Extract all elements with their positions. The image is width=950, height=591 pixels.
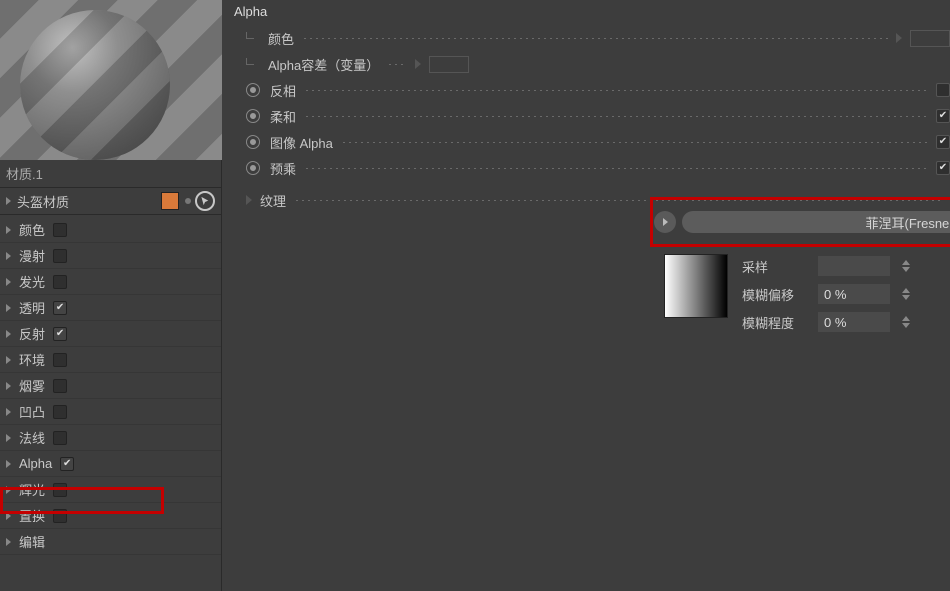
spinner[interactable] [902, 284, 910, 304]
expand-icon [6, 330, 11, 338]
image-alpha-checkbox[interactable] [936, 135, 950, 149]
channel-label: 透明 [19, 298, 45, 317]
corner-icon [246, 58, 258, 70]
channel-环境[interactable]: 环境 [0, 347, 221, 373]
channel-checkbox[interactable] [53, 379, 67, 393]
prop-soft[interactable]: 柔和 [232, 103, 950, 129]
channel-编辑[interactable]: 编辑 [0, 529, 221, 555]
blur-offset-field[interactable]: 0 % [818, 284, 890, 304]
channel-label: 凹凸 [19, 402, 45, 421]
chevron-right-icon [415, 59, 421, 69]
spinner[interactable] [902, 256, 910, 276]
expand-icon [6, 382, 11, 390]
channel-checkbox[interactable] [53, 223, 67, 237]
expand-icon [6, 408, 11, 416]
channel-label: 发光 [19, 272, 45, 291]
channel-checkbox[interactable] [53, 483, 67, 497]
chevron-right-icon [896, 33, 902, 43]
channel-Alpha[interactable]: Alpha [0, 451, 221, 477]
channel-发光[interactable]: 发光 [0, 269, 221, 295]
channel-label: 法线 [19, 428, 45, 447]
spinner[interactable] [902, 312, 910, 332]
channel-checkbox[interactable] [53, 353, 67, 367]
alpha-delta-well[interactable] [429, 56, 469, 73]
sample-field[interactable] [818, 256, 890, 276]
channel-checkbox[interactable] [53, 509, 67, 523]
expand-icon [6, 226, 11, 234]
radio-icon [246, 83, 260, 97]
chevron-right-icon [246, 195, 252, 205]
channel-checkbox[interactable] [53, 249, 67, 263]
invert-checkbox[interactable] [936, 83, 950, 97]
dot-icon [185, 198, 191, 204]
radio-icon [246, 109, 260, 123]
expand-icon [6, 512, 11, 520]
channel-label: 烟雾 [19, 376, 45, 395]
radio-icon [246, 161, 260, 175]
prop-blur-offset: 模糊偏移 0 % [742, 280, 910, 308]
channel-label: 置换 [19, 506, 45, 525]
channel-置换[interactable]: 置换 [0, 503, 221, 529]
prop-color: 颜色 [232, 25, 950, 51]
material-header[interactable]: 头盔材质 [0, 187, 221, 215]
channel-checkbox[interactable] [53, 275, 67, 289]
channel-烟雾[interactable]: 烟雾 [0, 373, 221, 399]
channel-label: 反射 [19, 324, 45, 343]
texture-picker[interactable]: 菲涅耳(Fresnel) [682, 211, 950, 233]
texture-thumbnail[interactable] [664, 254, 728, 318]
texture-value: 菲涅耳(Fresnel) [865, 213, 950, 232]
corner-icon [246, 32, 258, 44]
expand-icon [6, 538, 11, 546]
expand-icon [6, 197, 11, 205]
channel-label: 颜色 [19, 220, 45, 239]
channel-label: 辉光 [19, 480, 45, 499]
prop-image-alpha[interactable]: 图像 Alpha [232, 129, 950, 155]
expand-icon [6, 486, 11, 494]
channel-checkbox[interactable] [53, 327, 67, 341]
channel-透明[interactable]: 透明 [0, 295, 221, 321]
color-swatch[interactable] [161, 192, 179, 210]
channel-checkbox[interactable] [53, 301, 67, 315]
soft-checkbox[interactable] [936, 109, 950, 123]
channel-反射[interactable]: 反射 [0, 321, 221, 347]
channel-法线[interactable]: 法线 [0, 425, 221, 451]
expand-icon [6, 252, 11, 260]
channel-label: 环境 [19, 350, 45, 369]
radio-icon [246, 135, 260, 149]
expand-icon [6, 434, 11, 442]
prop-alpha-delta: Alpha容差（变量） [232, 51, 950, 77]
channel-label: 漫射 [19, 246, 45, 265]
prop-blur-scale: 模糊程度 0 % [742, 308, 910, 336]
prop-premult[interactable]: 预乘 [232, 155, 950, 181]
material-header-label: 头盔材质 [17, 192, 69, 211]
color-well[interactable] [910, 30, 950, 47]
premult-checkbox[interactable] [936, 161, 950, 175]
material-preview[interactable] [0, 0, 222, 160]
expand-icon [6, 460, 11, 468]
channel-checkbox[interactable] [60, 457, 74, 471]
expand-icon [6, 356, 11, 364]
expand-icon [6, 278, 11, 286]
expand-icon [6, 304, 11, 312]
prop-invert[interactable]: 反相 [232, 77, 950, 103]
channel-checkbox[interactable] [53, 405, 67, 419]
cursor-icon[interactable] [195, 191, 215, 211]
section-title: Alpha [232, 0, 950, 25]
channel-漫射[interactable]: 漫射 [0, 243, 221, 269]
channel-label: Alpha [19, 456, 52, 471]
channel-checkbox[interactable] [53, 431, 67, 445]
texture-expand-button[interactable] [654, 211, 676, 233]
channel-辉光[interactable]: 辉光 [0, 477, 221, 503]
prop-sample: 采样 [742, 252, 910, 280]
channel-label: 编辑 [19, 532, 45, 551]
channel-凹凸[interactable]: 凹凸 [0, 399, 221, 425]
channel-颜色[interactable]: 颜色 [0, 217, 221, 243]
material-name: 材质.1 [0, 160, 221, 187]
blur-scale-field[interactable]: 0 % [818, 312, 890, 332]
